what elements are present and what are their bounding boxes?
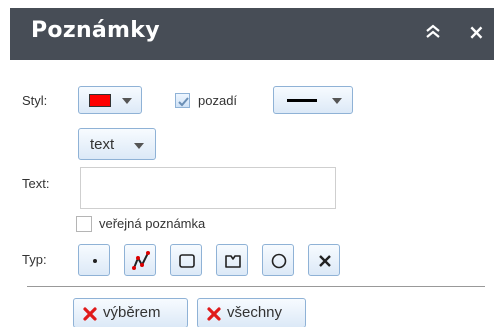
rectangle-tool-button[interactable]	[170, 244, 202, 276]
chevron-down-icon	[332, 98, 342, 104]
delete-selection-button[interactable]: výběrem	[73, 298, 188, 327]
chevron-down-icon	[134, 143, 144, 149]
red-x-icon	[207, 307, 221, 321]
red-x-icon	[83, 307, 97, 321]
delete-selection-label: výběrem	[103, 304, 161, 321]
line-style-sample	[287, 99, 317, 102]
public-note-checkbox[interactable]	[76, 216, 92, 232]
delete-all-label: všechny	[227, 304, 283, 321]
delete-tool-button[interactable]	[308, 244, 340, 276]
public-note-label: veřejná poznámka	[99, 216, 206, 231]
color-picker-button[interactable]	[78, 86, 142, 114]
polygon-icon	[225, 255, 241, 268]
text-input[interactable]	[80, 167, 336, 209]
panel-header: Poznámky ×	[10, 8, 494, 60]
polygon-tool-button[interactable]	[216, 244, 248, 276]
type-label: Typ:	[22, 252, 47, 267]
point-icon	[93, 259, 97, 263]
polyline-icon	[132, 251, 150, 270]
panel-title: Poznámky	[31, 18, 160, 43]
background-checkbox[interactable]	[175, 93, 190, 108]
delete-icon	[319, 255, 331, 267]
divider	[27, 286, 485, 287]
line-style-button[interactable]	[273, 86, 353, 114]
chevron-down-icon	[122, 98, 132, 104]
circle-icon	[271, 253, 287, 269]
delete-all-button[interactable]: všechny	[197, 298, 306, 327]
text-label: Text:	[22, 176, 50, 191]
color-swatch	[89, 94, 111, 107]
collapse-icon[interactable]	[423, 22, 443, 42]
style-label: Styl:	[22, 93, 48, 108]
rectangle-icon	[179, 254, 195, 268]
text-mode-label: text	[90, 136, 115, 153]
point-tool-button[interactable]	[78, 244, 110, 276]
close-icon[interactable]: ×	[468, 18, 485, 46]
polyline-tool-button[interactable]	[124, 244, 156, 276]
background-label: pozadí	[198, 93, 238, 108]
circle-tool-button[interactable]	[262, 244, 294, 276]
text-mode-dropdown[interactable]: text	[78, 128, 156, 160]
checkmark-icon	[178, 97, 189, 107]
